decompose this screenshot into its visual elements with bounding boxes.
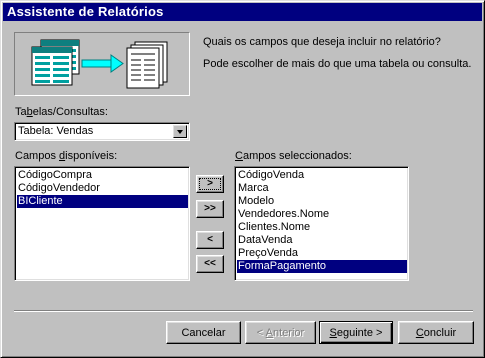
intro-question: Quais os campos que deseja incluir no re… bbox=[203, 36, 441, 48]
next-button[interactable]: Seguinte > bbox=[319, 321, 393, 344]
selected-fields-list[interactable]: CódigoVenda Marca Modelo Vendedores.Nome Cli… bbox=[234, 166, 409, 281]
list-item[interactable]: CódigoVenda bbox=[237, 169, 407, 182]
right-arrow-icon bbox=[81, 54, 124, 73]
add-field-button[interactable]: > bbox=[196, 175, 224, 193]
wizard-illustration bbox=[14, 32, 190, 96]
tables-queries-value: Tabela: Vendas bbox=[18, 125, 94, 137]
available-fields-label: Campos disponíveis: bbox=[15, 150, 118, 162]
chevron-down-icon bbox=[177, 130, 183, 134]
footer-divider bbox=[14, 310, 473, 312]
add-all-fields-button[interactable]: >> bbox=[196, 200, 224, 218]
list-item[interactable]: CódigoVendedor bbox=[17, 182, 188, 195]
list-item[interactable]: Marca bbox=[237, 182, 407, 195]
list-item[interactable]: Modelo bbox=[237, 195, 407, 208]
window-title: Assistente de Relatórios bbox=[7, 4, 164, 19]
report-wizard-window: Assistente de Relatórios Quais os campos… bbox=[0, 0, 485, 358]
finish-button[interactable]: Concluir bbox=[398, 321, 474, 344]
tables-to-report-icon bbox=[31, 39, 168, 89]
back-button[interactable]: < Anterior bbox=[245, 321, 316, 344]
report-pages-icon bbox=[126, 41, 168, 89]
title-bar[interactable]: Assistente de Relatórios bbox=[3, 3, 482, 21]
intro-hint: Pode escolher de mais do que uma tabela … bbox=[203, 58, 472, 70]
list-item[interactable]: Clientes.Nome bbox=[237, 221, 407, 234]
tables-queries-combobox[interactable]: Tabela: Vendas bbox=[14, 122, 190, 141]
list-item[interactable]: PreçoVenda bbox=[237, 247, 407, 260]
list-item[interactable]: FormaPagamento bbox=[237, 260, 407, 273]
list-item[interactable]: BICliente bbox=[17, 195, 188, 208]
source-table-front-icon bbox=[31, 46, 73, 86]
list-item[interactable]: DataVenda bbox=[237, 234, 407, 247]
list-item[interactable]: Vendedores.Nome bbox=[237, 208, 407, 221]
list-item[interactable]: CódigoCompra bbox=[17, 169, 188, 182]
cancel-button[interactable]: Cancelar bbox=[166, 321, 241, 344]
tables-queries-label: Tabelas/Consultas: bbox=[15, 106, 108, 118]
remove-field-button[interactable]: < bbox=[196, 231, 224, 249]
selected-fields-label: Campos seleccionados: bbox=[235, 150, 352, 162]
combobox-dropdown-button[interactable] bbox=[173, 125, 187, 138]
available-fields-list[interactable]: CódigoCompra CódigoVendedor BICliente bbox=[14, 166, 190, 281]
remove-all-fields-button[interactable]: << bbox=[196, 255, 224, 273]
